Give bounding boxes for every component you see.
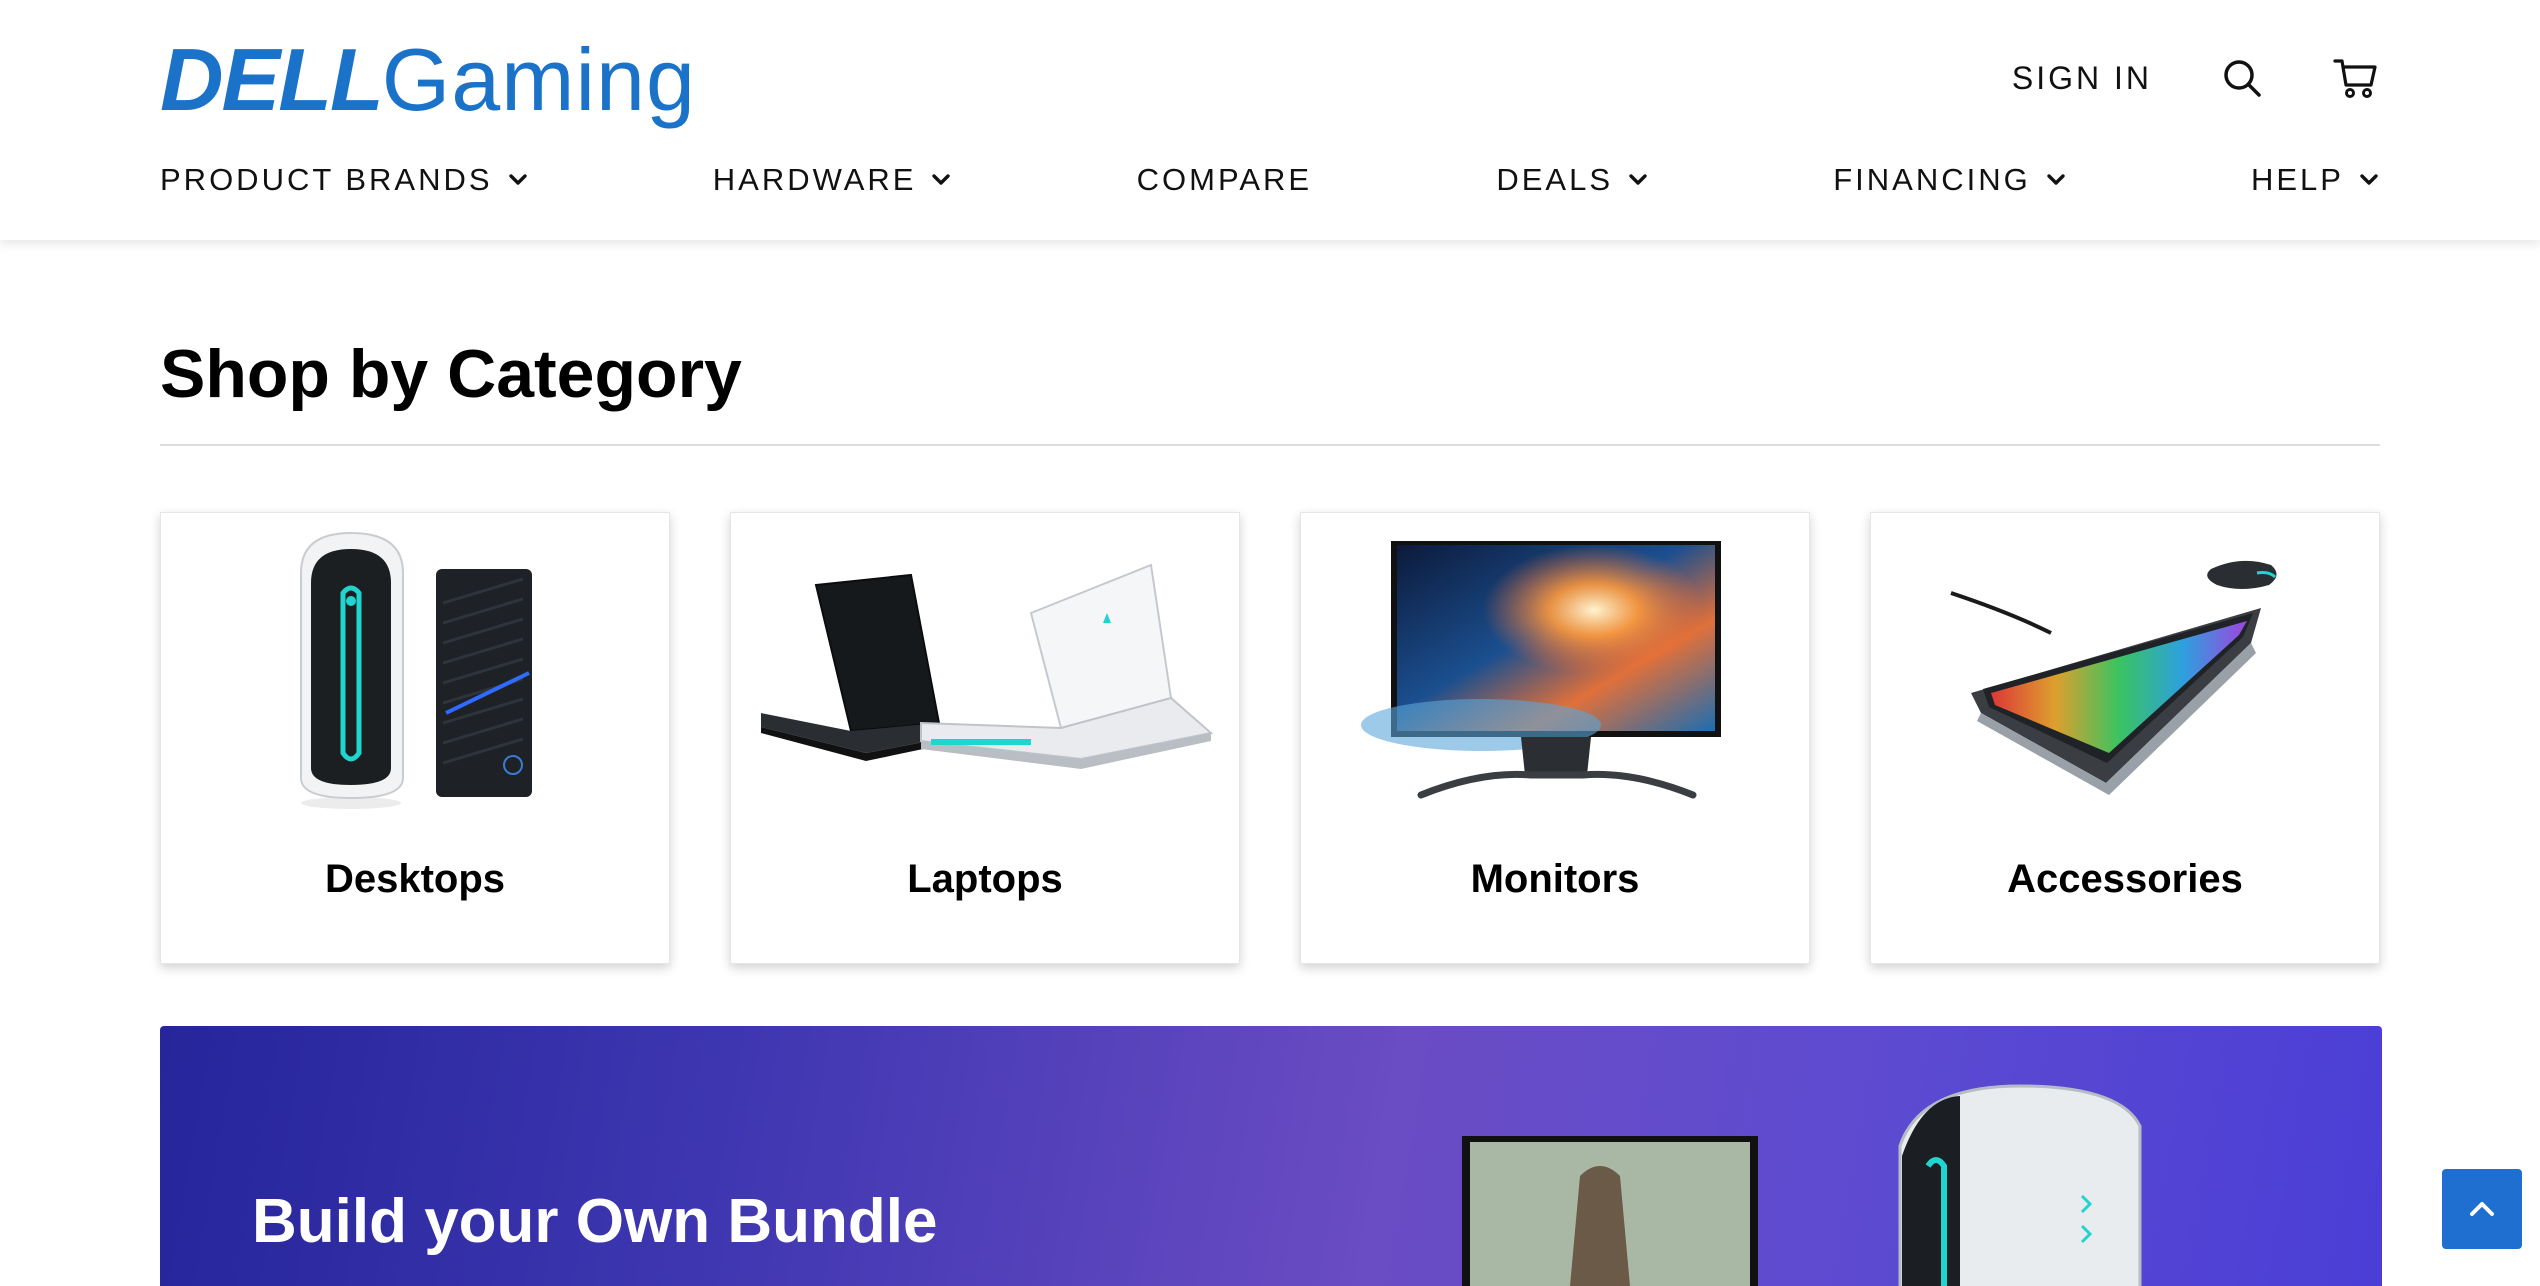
sign-in-link[interactable]: SIGN IN	[2012, 60, 2152, 97]
nav-product-brands[interactable]: PRODUCT BRANDS	[160, 162, 529, 198]
accessories-image	[1950, 560, 2277, 795]
category-label: Monitors	[1470, 857, 1640, 901]
main-nav: PRODUCT BRANDS HARDWARE COMPARE DEALS FI…	[160, 160, 2380, 200]
banner-title: Build your Own Bundle	[252, 1187, 938, 1256]
chevron-down-icon	[1629, 174, 1647, 185]
category-card-monitors[interactable]: Monitors	[1300, 512, 1810, 964]
nav-deals[interactable]: DEALS	[1496, 162, 1649, 198]
chevron-down-icon	[932, 174, 951, 185]
chevron-up-icon	[2470, 1202, 2494, 1216]
logo-gaming-text: Gaming	[381, 30, 696, 129]
search-icon[interactable]	[2218, 54, 2266, 102]
desktops-image	[300, 531, 532, 809]
chevron-down-icon	[2360, 174, 2378, 185]
dell-gaming-logo[interactable]: DELL Gaming	[160, 36, 696, 126]
nav-label: DEALS	[1496, 162, 1614, 197]
nav-label: COMPARE	[1136, 162, 1313, 197]
category-label: Desktops	[324, 857, 506, 901]
site-header: DELL Gaming SIGN IN PRODUCT BRANDS HARDW…	[0, 0, 2540, 240]
section-divider	[160, 444, 2380, 446]
nav-financing[interactable]: FINANCING	[1833, 162, 2067, 198]
category-card-laptops[interactable]: Laptops	[730, 512, 1240, 964]
nav-label: HARDWARE	[712, 162, 917, 197]
category-label: Accessories	[2007, 857, 2243, 901]
nav-label: PRODUCT BRANDS	[160, 162, 493, 197]
category-card-desktops[interactable]: Desktops	[160, 512, 670, 964]
nav-hardware[interactable]: HARDWARE	[713, 162, 953, 198]
logo-dell-text: DELL	[160, 30, 384, 129]
category-card-accessories[interactable]: Accessories	[1870, 512, 2380, 964]
build-bundle-banner[interactable]: Build your Own Bundle	[160, 1026, 2382, 1286]
laptops-image	[761, 563, 1214, 769]
back-to-top-button[interactable]	[2442, 1169, 2522, 1249]
monitors-image	[1361, 541, 1721, 799]
nav-compare[interactable]: COMPARE	[1137, 162, 1312, 198]
nav-help[interactable]: HELP	[2251, 162, 2380, 198]
chevron-down-icon	[2047, 174, 2065, 185]
header-actions: SIGN IN	[2012, 50, 2380, 106]
category-cards: Desktops Laptops Monitors Accessories	[160, 512, 2380, 964]
chevron-down-icon	[508, 174, 527, 185]
nav-label: FINANCING	[1833, 162, 2031, 197]
cart-icon[interactable]	[2332, 54, 2380, 102]
nav-label: HELP	[2250, 162, 2344, 197]
category-label: Laptops	[907, 857, 1063, 901]
section-title: Shop by Category	[160, 336, 742, 412]
